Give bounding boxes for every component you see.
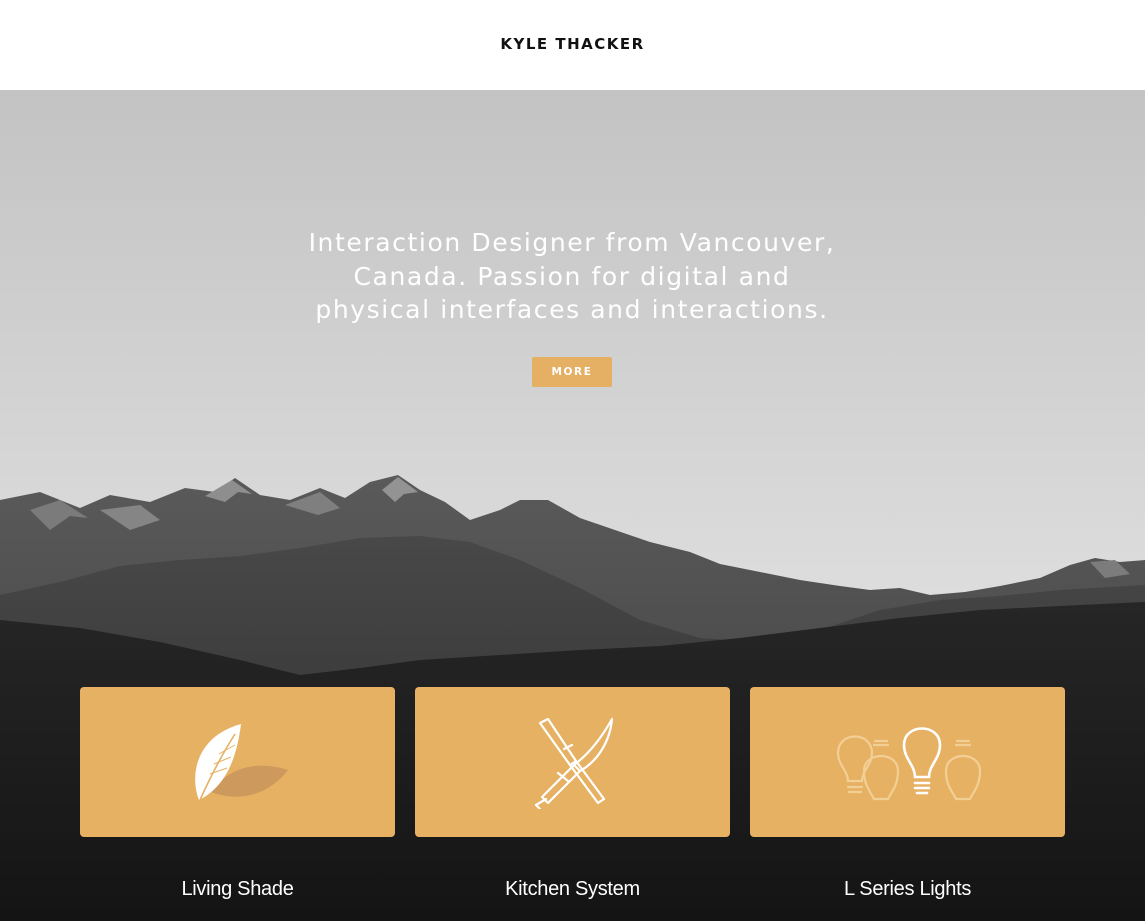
light-bulbs-icon <box>836 727 981 801</box>
project-label-kitchen-system[interactable]: Kitchen System <box>415 878 730 901</box>
tagline-line-1: Interaction Designer from Vancouver, <box>308 228 836 257</box>
site-header: KYLE THACKER <box>0 0 1145 90</box>
project-card-living-shade[interactable] <box>80 687 395 837</box>
project-label-living-shade[interactable]: Living Shade <box>80 878 395 901</box>
project-label-l-series-lights[interactable]: L Series Lights <box>750 878 1065 901</box>
hero-tagline: Interaction Designer from Vancouver, Can… <box>222 226 922 327</box>
project-card-l-series-lights[interactable] <box>750 687 1065 837</box>
hero-section: Interaction Designer from Vancouver, Can… <box>0 90 1145 921</box>
site-title[interactable]: KYLE THACKER <box>500 35 644 53</box>
more-button[interactable]: MORE <box>532 357 612 387</box>
tagline-line-3: physical interfaces and interactions. <box>315 295 829 324</box>
project-card-kitchen-system[interactable] <box>415 687 730 837</box>
crossed-knives-icon <box>534 717 613 809</box>
tagline-line-2: Canada. Passion for digital and <box>353 261 791 291</box>
leaf-icon <box>194 724 288 801</box>
